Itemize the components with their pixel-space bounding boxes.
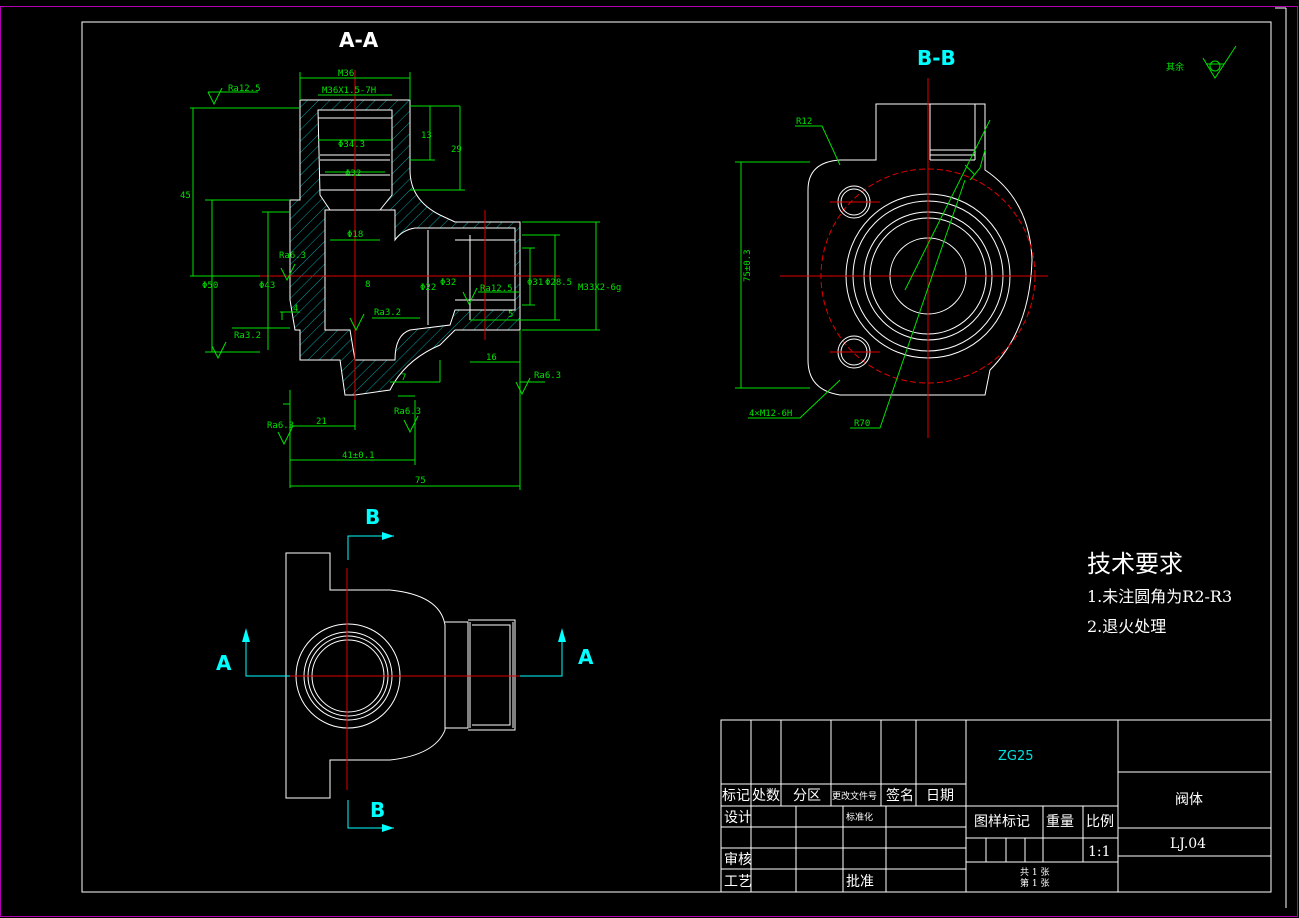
aa-dim-ra6-3-left-bottom: Ra6.3: [267, 421, 294, 431]
aa-dim-ra6-3-bottom: Ra6.3: [394, 407, 421, 417]
cut-label-a-left: A: [216, 651, 232, 675]
tech-req-title: 技术要求: [1087, 550, 1183, 578]
aa-dim-45: 45: [180, 191, 191, 201]
aa-dim-29: 29: [451, 145, 462, 155]
top-view-spigot: [445, 619, 516, 731]
aa-dim-8: 8: [365, 280, 370, 290]
bb-dim-r12: R12: [796, 117, 812, 127]
tb-mark: 标记: [722, 788, 750, 804]
tb-process: 工艺: [724, 874, 752, 890]
aa-dim-7: 7: [401, 373, 406, 383]
aa-dim-d34: Φ34.3: [338, 140, 365, 150]
cut-arrow-heads: [242, 532, 566, 832]
bb-boss: [929, 104, 976, 161]
aa-dim-d18: Φ18: [347, 230, 363, 240]
frame-corner-marks: [1275, 7, 1287, 908]
top-view-thread: [469, 622, 514, 728]
tb-sheets-total: 共 1 张: [1020, 867, 1049, 878]
section-bb-view: B-B R12 75±0.3 4×M12-6H R70: [735, 46, 1048, 438]
aa-dim-ra12-5-right: Ra12.5: [480, 284, 513, 294]
cut-label-b-bottom: B: [370, 798, 385, 822]
tb-drawing-no: LJ.04: [1170, 836, 1206, 852]
sheet-border: [81, 21, 1272, 893]
tb-part-name: 阀体: [1175, 792, 1203, 808]
bb-dim-r70: R70: [854, 419, 870, 429]
bb-dim-m12: 4×M12-6H: [749, 409, 792, 419]
cut-plane-b-top: [347, 535, 394, 560]
tech-req-item-1: 1.未注圆角为R2-R3: [1087, 587, 1232, 606]
tb-approve: 批准: [846, 874, 874, 890]
aa-dim-d32: Φ32: [345, 169, 361, 179]
tb-sheet-no: 第 1 张: [1020, 877, 1049, 889]
tb-design: 设计: [724, 810, 752, 826]
tech-req-item-2: 2.退火处理: [1087, 617, 1166, 636]
aa-dim-d31: Φ31: [527, 278, 543, 288]
aa-dim-16: 16: [486, 353, 497, 363]
aa-dim-ra3-2-left: Ra3.2: [234, 331, 261, 341]
aa-dim-m33: M33X2-6g: [578, 283, 621, 293]
tb-change-doc: 更改文件号: [832, 790, 877, 802]
aa-dim-4: 4: [293, 304, 298, 314]
tb-scale-label: 比例: [1086, 814, 1114, 830]
tb-standardize: 标准化: [846, 811, 873, 823]
cut-label-a-right: A: [578, 645, 594, 669]
top-view: B B A A: [216, 505, 594, 832]
outer-border: [0, 6, 1298, 917]
technical-requirements: 技术要求 1.未注圆角为R2-R3 2.退火处理: [1087, 550, 1232, 636]
cut-plane-a-left: [245, 632, 290, 677]
aa-dim-ra6-3-right: Ra6.3: [534, 371, 561, 381]
general-roughness: 其余: [1166, 45, 1237, 79]
tb-signature: 签名: [886, 787, 914, 804]
aa-dim-5: 5: [508, 310, 513, 320]
tb-zone: 分区: [793, 788, 821, 804]
cut-plane-a-right: [520, 632, 563, 677]
tb-count: 处数: [752, 788, 780, 804]
aa-dim-d50: Φ50: [202, 281, 218, 291]
tb-material: ZG25: [998, 749, 1034, 764]
aa-dim-d28-5: Φ28.5: [545, 278, 572, 288]
aa-dim-thread: M36X1.5-7H: [322, 86, 376, 96]
aa-dim-75: 75: [415, 476, 426, 486]
aa-dim-13: 13: [421, 131, 432, 141]
roughness-others-label: 其余: [1166, 61, 1184, 73]
aa-dim-ra6-3-left: Ra6.3: [279, 251, 306, 261]
aa-dim-d32-right: Φ32: [440, 278, 456, 288]
aa-dim-41: 41±0.1: [342, 451, 375, 461]
bb-dimension-lines: [735, 119, 991, 429]
bb-dim-75: 75±0.3: [743, 249, 753, 282]
cad-drawing-canvas: A-A Ra12.5 M36 M36X1.5-7H Φ34.3 Φ32 Φ18 …: [0, 6, 1298, 917]
tb-review: 审核: [724, 852, 752, 868]
aa-dim-m36: M36: [338, 69, 354, 79]
aa-dim-ra3-2-mid: Ra3.2: [374, 308, 401, 318]
tb-date: 日期: [926, 788, 954, 804]
aa-dim-21: 21: [316, 417, 327, 427]
aa-dim-d43: Φ43: [259, 281, 275, 291]
tb-stage-mark: 图样标记: [974, 814, 1030, 830]
roughness-symbol-icon: [1202, 45, 1237, 79]
section-bb-title: B-B: [917, 46, 956, 70]
cut-label-b-top: B: [365, 505, 380, 529]
section-aa-view: A-A Ra12.5 M36 M36X1.5-7H Φ34.3 Φ32 Φ18 …: [180, 28, 621, 490]
section-aa-title: A-A: [339, 28, 379, 52]
title-block: ZG25 阀体 LJ.04 标记 处数 分区 更改文件号 签名 日期 设计 标准…: [720, 719, 1272, 893]
aa-dim-d22: Φ22: [420, 283, 436, 293]
tb-scale: 1:1: [1088, 844, 1111, 860]
tb-weight: 重量: [1046, 814, 1074, 830]
roughness-circle-icon: [1209, 60, 1221, 72]
aa-dim-ra12-5: Ra12.5: [228, 84, 261, 94]
